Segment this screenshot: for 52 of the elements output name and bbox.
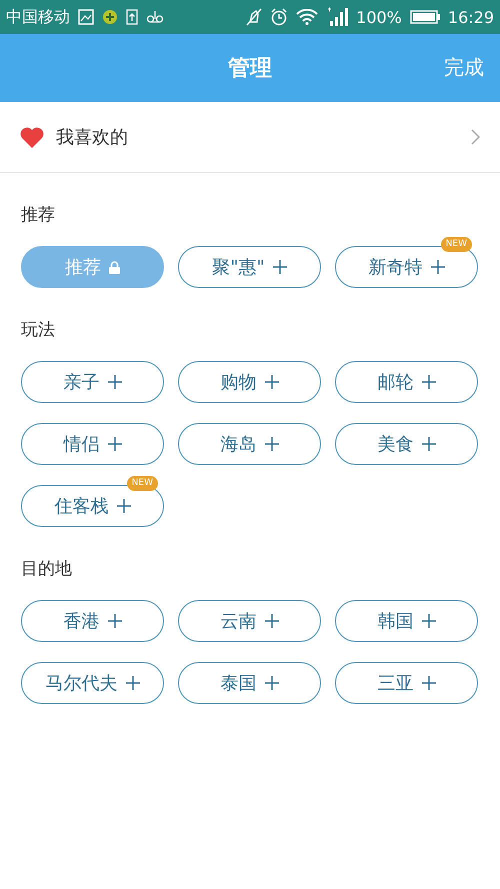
battery-icon: [410, 10, 440, 24]
plus-icon: [264, 676, 278, 690]
page-title: 管理: [228, 55, 272, 83]
upload-icon: [126, 9, 138, 25]
image-icon: [78, 9, 94, 25]
favorites-link[interactable]: 我喜欢的: [56, 125, 459, 149]
plus-icon: [264, 437, 278, 451]
plus-icon: [430, 260, 444, 274]
tag-button[interactable]: 购物: [178, 361, 321, 403]
plus-icon: [108, 437, 122, 451]
battery-percent: 100%: [356, 8, 402, 26]
mute-icon: [246, 8, 262, 26]
wifi-icon: [296, 9, 318, 25]
tag-button[interactable]: 马尔代夫: [21, 662, 164, 704]
plus-icon: [264, 614, 278, 628]
plus-icon: [108, 614, 122, 628]
voicemail-icon: [146, 10, 164, 24]
tag-button[interactable]: 三亚: [335, 662, 478, 704]
new-badge: NEW: [126, 476, 158, 491]
plus-icon: [116, 499, 130, 513]
tag-button[interactable]: 邮轮: [335, 361, 478, 403]
plus-icon: [126, 676, 140, 690]
tag-button[interactable]: 泰国: [178, 662, 321, 704]
section-title: 推荐: [21, 204, 55, 226]
alarm-icon: [270, 8, 288, 26]
carrier-name: 中国移动: [6, 6, 70, 28]
plus-icon: [272, 260, 287, 274]
tag-button[interactable]: 海岛: [178, 423, 321, 465]
tag-button[interactable]: 聚"惠": [178, 246, 321, 288]
plus-icon: [422, 676, 436, 690]
section-title: 玩法: [21, 319, 55, 341]
clock-time: 16:29: [448, 8, 494, 26]
chevron-right-icon: [471, 129, 480, 145]
tag-button[interactable]: 香港: [21, 600, 164, 642]
tag-button[interactable]: 美食: [335, 423, 478, 465]
app-icon: [102, 9, 118, 25]
heart-icon: [20, 126, 44, 148]
tag-button[interactable]: 亲子: [21, 361, 164, 403]
new-badge: NEW: [440, 237, 472, 252]
plus-icon: [264, 375, 278, 389]
plus-icon: [108, 375, 122, 389]
plus-icon: [422, 614, 436, 628]
plus-icon: [422, 437, 436, 451]
tag-button[interactable]: 云南: [178, 600, 321, 642]
section-title: 目的地: [21, 558, 72, 580]
signal-icon: [326, 7, 348, 27]
plus-icon: [422, 375, 436, 389]
tag-button[interactable]: 新奇特: [335, 246, 478, 288]
tag-button[interactable]: 情侣: [21, 423, 164, 465]
tag-button[interactable]: 韩国: [335, 600, 478, 642]
tag-button[interactable]: 住客栈: [21, 485, 164, 527]
lock-icon: [109, 260, 120, 274]
